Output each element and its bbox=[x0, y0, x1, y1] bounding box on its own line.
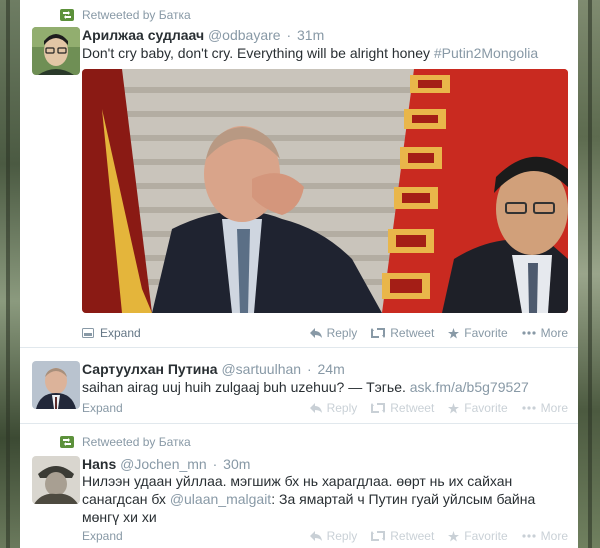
mention-link[interactable]: @ulaan_malgait bbox=[170, 491, 271, 507]
retweet-label: Retweet bbox=[390, 529, 435, 543]
retweet-context-label: Retweeted by Батка bbox=[82, 435, 191, 449]
tweet-header: Hans @Jochen_mn · 30m bbox=[82, 456, 250, 472]
retweet-context-label: Retweeted by Батка bbox=[82, 8, 191, 22]
expand-link[interactable]: Expand bbox=[82, 326, 141, 340]
retweet-icon bbox=[60, 9, 74, 21]
favorite-button[interactable]: Favorite bbox=[448, 401, 508, 415]
reply-button[interactable]: Reply bbox=[309, 401, 358, 415]
author-username[interactable]: @sartuulhan bbox=[221, 361, 301, 377]
author-username[interactable]: @Jochen_mn bbox=[120, 456, 207, 472]
tweet-timestamp[interactable]: 30m bbox=[223, 456, 250, 472]
reply-button[interactable]: Reply bbox=[309, 326, 358, 340]
more-button[interactable]: More bbox=[522, 529, 568, 543]
favorite-label: Favorite bbox=[464, 401, 508, 415]
timeline-stream: Retweeted by Батка Арилжаа судлаач @odba… bbox=[20, 0, 578, 548]
tweet-header: Сартуулхан Путина @sartuulhan · 24m bbox=[82, 361, 345, 377]
hashtag-link[interactable]: #Putin2Mongolia bbox=[434, 45, 538, 61]
tweet-item[interactable]: Сартуулхан Путина @sartuulhan · 24m saih… bbox=[20, 348, 578, 424]
tree-trunk bbox=[588, 0, 592, 548]
tweet-header: Арилжаа судлаач @odbayare · 31m bbox=[82, 27, 324, 43]
tweet-body: saihan airag uuj huih zulgaaj buh uzehuu… bbox=[82, 379, 406, 395]
more-button[interactable]: More bbox=[522, 326, 568, 340]
tweet-body: Don't cry baby, don't cry. Everything wi… bbox=[82, 45, 430, 61]
more-label: More bbox=[540, 529, 568, 543]
retweet-icon bbox=[60, 436, 74, 448]
favorite-icon bbox=[448, 530, 460, 541]
tweet-actions: Expand Reply Retweet Favorite More bbox=[82, 326, 568, 340]
retweet-button[interactable]: Retweet bbox=[371, 529, 434, 543]
more-label: More bbox=[540, 401, 568, 415]
favorite-label: Favorite bbox=[464, 326, 508, 340]
favorite-button[interactable]: Favorite bbox=[448, 326, 508, 340]
author-fullname[interactable]: Hans bbox=[82, 456, 116, 472]
favorite-icon bbox=[448, 327, 460, 338]
avatar[interactable] bbox=[32, 361, 80, 409]
retweet-icon bbox=[371, 328, 386, 338]
favorite-icon bbox=[448, 402, 460, 413]
reply-icon bbox=[309, 531, 322, 541]
retweet-button[interactable]: Retweet bbox=[371, 326, 434, 340]
expand-icon bbox=[82, 328, 94, 338]
author-fullname[interactable]: Арилжаа судлаач bbox=[82, 27, 204, 43]
reply-label: Reply bbox=[326, 401, 358, 415]
retweet-icon bbox=[371, 403, 386, 413]
avatar[interactable] bbox=[32, 456, 80, 504]
reply-icon bbox=[309, 328, 322, 338]
tweet-text: Нилээн удаан уйллаа. мэгшиж бх нь харагд… bbox=[82, 472, 552, 526]
separator-dot: · bbox=[286, 27, 292, 43]
avatar[interactable] bbox=[32, 27, 80, 75]
expand-label: Expand bbox=[82, 529, 123, 543]
more-button[interactable]: More bbox=[522, 401, 568, 415]
expand-link[interactable]: Expand bbox=[82, 529, 123, 543]
retweet-button[interactable]: Retweet bbox=[371, 401, 434, 415]
favorite-label: Favorite bbox=[464, 529, 508, 543]
retweet-label: Retweet bbox=[390, 326, 435, 340]
retweet-icon bbox=[371, 531, 386, 541]
more-icon bbox=[522, 331, 536, 335]
tweet-item[interactable]: Retweeted by Батка Арилжаа судлаач @odba… bbox=[20, 0, 578, 348]
tweet-text: Don't cry baby, don't cry. Everything wi… bbox=[82, 44, 552, 62]
tree-trunk bbox=[6, 0, 10, 548]
tweet-item[interactable]: Retweeted by Батка Hans @Jochen_mn · 30m… bbox=[20, 424, 578, 548]
separator-dot: · bbox=[212, 456, 218, 472]
expand-label: Expand bbox=[82, 401, 123, 415]
external-link[interactable]: ask.fm/a/b5g79527 bbox=[410, 379, 529, 395]
retweet-context: Retweeted by Батка bbox=[60, 8, 191, 22]
tweet-text: saihan airag uuj huih zulgaaj buh uzehuu… bbox=[82, 378, 552, 396]
more-label: More bbox=[540, 326, 568, 340]
more-icon bbox=[522, 406, 536, 410]
more-icon bbox=[522, 534, 536, 538]
tweet-actions: Expand Reply Retweet Favorite More bbox=[82, 529, 568, 543]
tweet-timestamp[interactable]: 31m bbox=[297, 27, 324, 43]
favorite-button[interactable]: Favorite bbox=[448, 529, 508, 543]
tweet-photo[interactable] bbox=[82, 69, 568, 313]
retweet-context: Retweeted by Батка bbox=[60, 435, 191, 449]
reply-icon bbox=[309, 403, 322, 413]
reply-label: Reply bbox=[326, 529, 358, 543]
tweet-actions: Expand Reply Retweet Favorite More bbox=[82, 401, 568, 415]
retweet-label: Retweet bbox=[390, 401, 435, 415]
separator-dot: · bbox=[306, 361, 312, 377]
expand-label: Expand bbox=[100, 326, 141, 340]
expand-link[interactable]: Expand bbox=[82, 401, 123, 415]
author-fullname[interactable]: Сартуулхан Путина bbox=[82, 361, 218, 377]
tweet-timestamp[interactable]: 24m bbox=[318, 361, 345, 377]
author-username[interactable]: @odbayare bbox=[208, 27, 281, 43]
reply-label: Reply bbox=[326, 326, 358, 340]
background-left-strip bbox=[0, 0, 20, 548]
reply-button[interactable]: Reply bbox=[309, 529, 358, 543]
